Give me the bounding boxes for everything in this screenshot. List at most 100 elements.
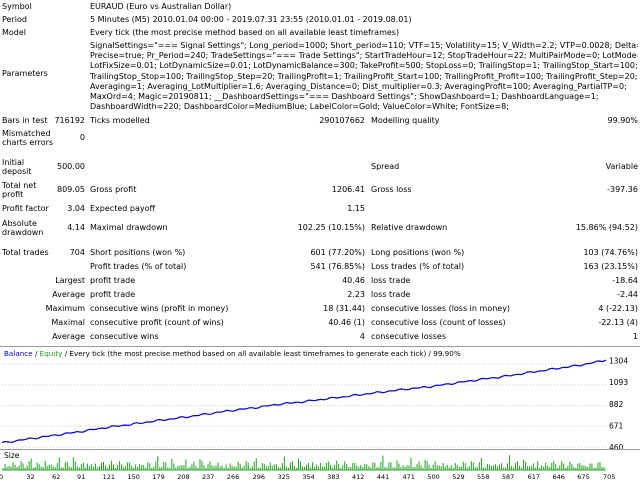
x-tick-label: 558 [477, 473, 489, 480]
x-tick-label: 412 [352, 473, 364, 480]
avg-wins-label: consecutive wins [90, 332, 159, 341]
max-losses-value: 4 (-22.13) [598, 304, 638, 313]
x-tick-label: 150 [128, 473, 140, 480]
deposit-value: 500.00 [57, 162, 85, 171]
period-value: 5 Minutes (M5) 2010.01.04 00:00 - 2019.0… [90, 15, 412, 24]
maximal-profit-value: 40.46 (1) [328, 318, 365, 327]
x-tick-label: 441 [377, 473, 389, 480]
pf-value: 3.04 [67, 204, 85, 213]
mismatch-value: 0 [79, 133, 85, 142]
parameters-block: SignalSettings="=== Signal Settings"; Lo… [90, 41, 638, 112]
parameters-line: SignalSettings="=== Signal Settings"; Lo… [90, 41, 638, 50]
maximum-label: Maximum [45, 304, 85, 313]
x-tick-label: 617 [528, 473, 540, 480]
profittrades-value: 541 (76.85%) [310, 262, 365, 271]
long-value: 103 (74.76%) [583, 248, 638, 257]
x-tick-label: 383 [327, 473, 339, 480]
x-tick-label: 675 [577, 473, 589, 480]
report-table: Symbol EURAUD (Euro vs Australian Dollar… [0, 0, 640, 341]
payoff-value: 1.15 [347, 204, 365, 213]
bars-label: Bars in test [2, 116, 48, 125]
parameters-line: LotFixSize=0.01; LotDynamicSize=0.01; Lo… [90, 61, 638, 71]
avg-wins-value: 4 [359, 332, 365, 341]
short-label: Short positions (won %) [90, 248, 186, 257]
maxdd-label: Maximal drawdown [90, 223, 168, 232]
average-loss-label: loss trade [371, 290, 411, 299]
x-tick-label: 529 [452, 473, 464, 480]
size-plot: 0 32 62 91 121 150 179 208 237 266 296 325 354 383 412… [0, 455, 615, 480]
average-profit-value: 2.23 [347, 290, 365, 299]
parameters-line: TrailingStop_Stop=100; TrailingStop_Step… [90, 71, 638, 81]
x-tick-label: 266 [227, 473, 239, 480]
parameters-line: Precise=true; Pr_Period=240; TradeSettin… [90, 51, 638, 61]
short-value: 601 (77.20%) [310, 248, 365, 257]
x-tick-label: 500 [427, 473, 439, 480]
maxdd-value: 102.25 (10.15%) [297, 223, 365, 232]
ticks-value: 290107662 [319, 116, 365, 125]
absdd-value: 4.14 [67, 223, 85, 232]
x-tick-label: 237 [202, 473, 214, 480]
reldd-label: Relative drawdown [371, 223, 448, 232]
losstrades-value: 163 (23.15%) [583, 262, 638, 271]
x-tick-label: 646 [552, 473, 564, 480]
model-label: Model [2, 28, 27, 37]
x-tick-label: 208 [177, 473, 189, 480]
symbol-value: EURAUD (Euro vs Australian Dollar) [90, 2, 232, 11]
average-loss-value: -2.44 [617, 290, 638, 299]
spread-label: Spread [371, 162, 400, 171]
max-losses-label: consecutive losses (loss in money) [371, 304, 511, 313]
reldd-value: 15.86% (94.52) [575, 223, 638, 232]
balance-line [1, 359, 607, 444]
x-tick-label: 62 [52, 473, 60, 480]
grossloss-label: Gross loss [371, 185, 412, 194]
parameters-line: DashboardWidth=220; DashboardColor=Mediu… [90, 102, 509, 112]
avg-losses-value: 1 [632, 332, 638, 341]
x-tick-label: 296 [253, 473, 265, 480]
avg2-label: Average [52, 332, 85, 341]
symbol-label: Symbol [2, 2, 32, 11]
x-tick-label: 179 [152, 473, 164, 480]
quality-label: Modelling quality [371, 116, 440, 125]
grossprofit-label: Gross profit [90, 185, 137, 194]
losstrades-label: Loss trades (% of total) [371, 262, 465, 271]
model-value: Every tick (the most precise method base… [90, 28, 400, 37]
profittrades-label: Profit trades (% of total) [90, 262, 187, 271]
x-tick-label: 91 [77, 473, 85, 480]
balance-plot: 13041093882671460 [1, 357, 628, 449]
netprofit-value: 809.05 [57, 185, 85, 194]
payoff-label: Expected payoff [90, 204, 155, 213]
maximal-label: Maximal [51, 318, 85, 327]
largest-label: Largest [55, 276, 85, 285]
y-tick-label: 1304 [609, 357, 628, 366]
max-wins-label: consecutive wins (profit in money) [90, 304, 229, 313]
max-wins-value: 18 (31.44) [323, 304, 365, 313]
maximal-profit-label: consecutive profit (count of wins) [90, 318, 224, 327]
long-label: Long positions (won %) [371, 248, 465, 257]
x-tick-label: 354 [302, 473, 314, 480]
maximal-loss-value: -22.13 (4) [598, 318, 638, 327]
trades-value: 704 [69, 248, 85, 257]
balance-chart: Balance / Equity / Every tick (the most … [0, 346, 640, 449]
y-tick-label: 1093 [609, 378, 628, 387]
bars-value: 716192 [54, 116, 85, 125]
y-tick-label: 671 [609, 421, 624, 430]
spread-value: Variable [605, 162, 638, 171]
parameters-label: Parameters [2, 69, 48, 78]
largest-profit-label: profit trade [90, 276, 136, 285]
x-tick-label: 0 [0, 473, 3, 480]
x-tick-label: 587 [502, 473, 514, 480]
parameters-line: Averaging=1; Averaging_LotMultiplier=1.6… [90, 81, 627, 91]
largest-profit-value: 40.46 [342, 276, 365, 285]
x-tick-label: 325 [277, 473, 289, 480]
ticks-label: Ticks modelled [90, 116, 150, 125]
maximal-loss-label: consecutive loss (count of losses) [371, 318, 506, 327]
period-label: Period [2, 15, 27, 24]
largest-loss-value: -18.64 [612, 276, 638, 285]
x-tick-label: 121 [103, 473, 115, 480]
x-tick-label: 471 [403, 473, 415, 480]
average-profit-label: profit trade [90, 290, 136, 299]
quality-value: 99.90% [607, 116, 638, 125]
grossloss-value: -397.36 [607, 185, 638, 194]
size-chart: Size 0 32 62 91 121 150 179 208 237 266 296 325 354 3… [0, 449, 640, 480]
largest-loss-label: loss trade [371, 276, 411, 285]
